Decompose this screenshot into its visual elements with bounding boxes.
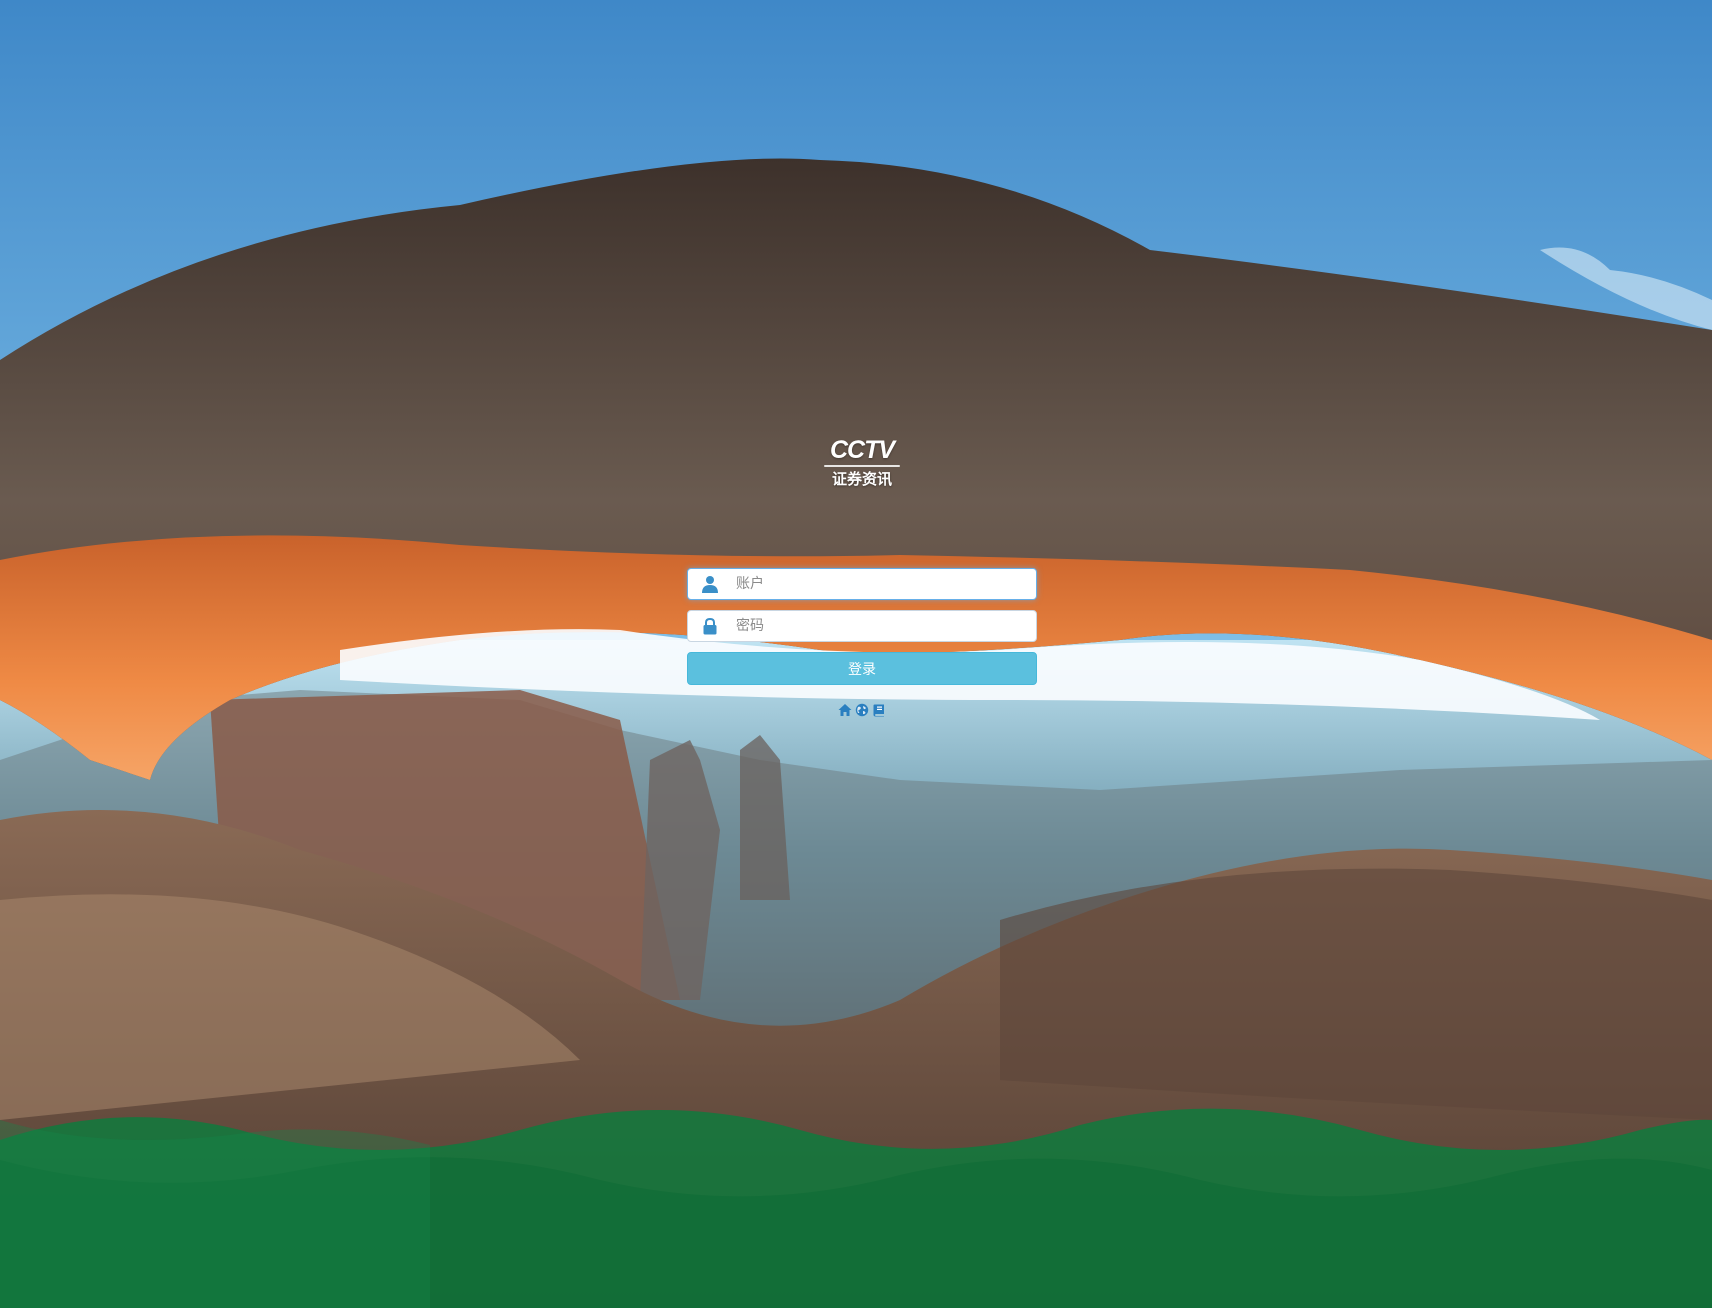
- footer-links: [837, 702, 887, 718]
- logo-mark: CCTV: [829, 436, 895, 464]
- password-input[interactable]: [736, 611, 1026, 641]
- login-button[interactable]: 登录: [687, 652, 1037, 685]
- cctv-logo: CCTV 证券资讯: [820, 436, 904, 502]
- decorative-waves: [0, 1100, 1712, 1308]
- globe-icon[interactable]: [855, 703, 869, 717]
- home-icon[interactable]: [838, 703, 852, 717]
- username-input[interactable]: [736, 569, 1026, 599]
- username-field: [687, 568, 1037, 600]
- book-icon[interactable]: [872, 703, 886, 717]
- login-form: 登录: [687, 568, 1037, 685]
- logo-divider: [824, 465, 900, 467]
- logo-subtitle: 证券资讯: [831, 470, 892, 488]
- lock-icon: [688, 611, 732, 641]
- user-icon: [688, 569, 732, 599]
- password-field: [687, 610, 1037, 642]
